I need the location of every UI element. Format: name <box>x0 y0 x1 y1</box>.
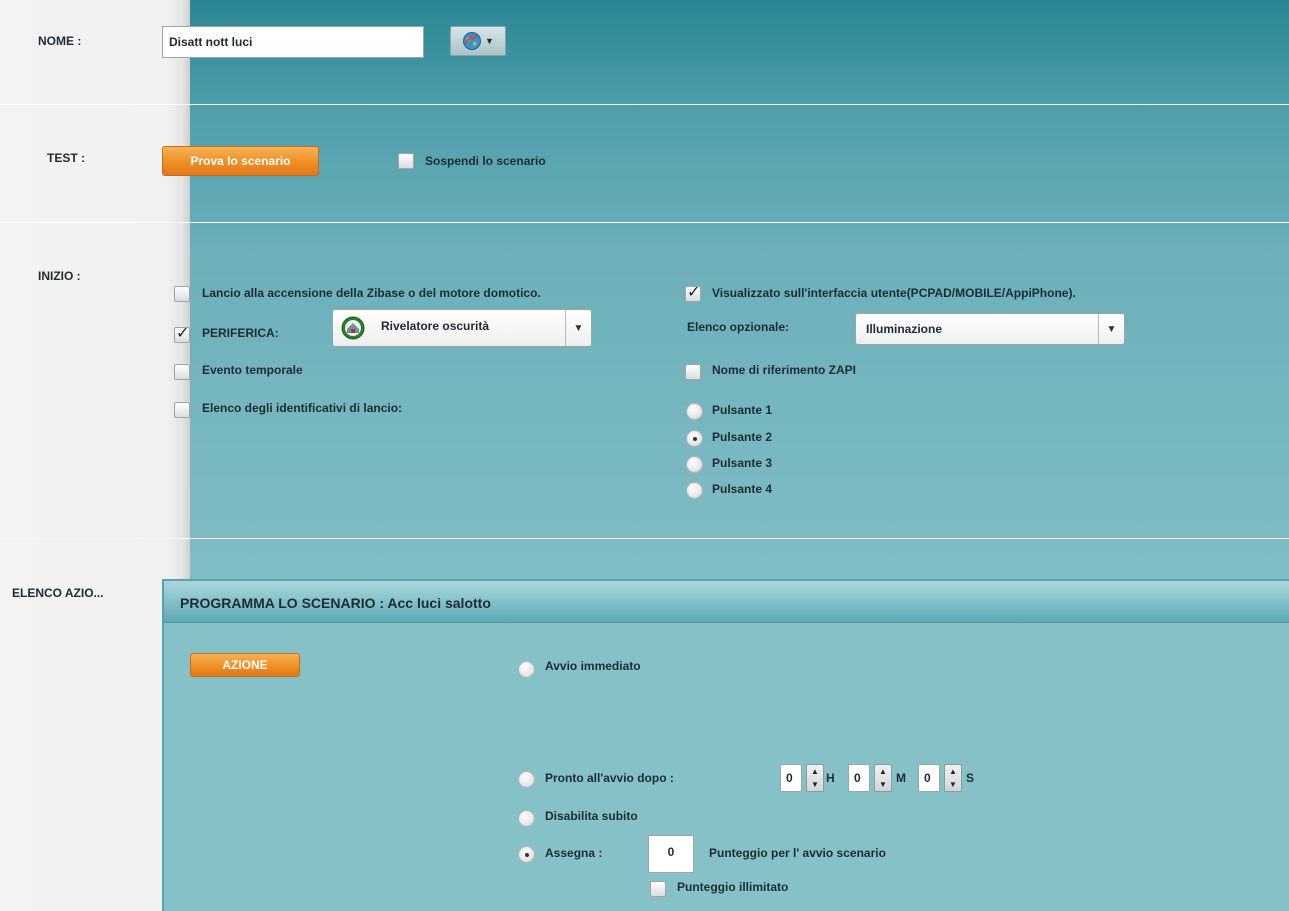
hours-stepper[interactable]: ▲ ▼ <box>806 764 824 792</box>
start-section-label: INIZIO : <box>38 269 81 283</box>
action-button[interactable]: AZIONE <box>190 653 300 677</box>
checkmark-icon: ✓ <box>687 284 701 301</box>
arrow-down-icon: ▼ <box>811 780 819 789</box>
section-divider <box>0 104 1289 105</box>
radio-selected-dot <box>525 853 529 857</box>
unlimited-score-checkbox[interactable] <box>650 881 666 897</box>
launch-on-power-label: Lancio alla accensione della Zibase o de… <box>202 286 541 300</box>
checkmark-icon: ✓ <box>176 325 190 342</box>
suspend-scenario-label: Sospendi lo scenario <box>425 154 546 168</box>
minutes-stepper[interactable]: ▲ ▼ <box>874 764 892 792</box>
launch-ids-label: Elenco degli identificativi di lancio: <box>202 401 403 415</box>
try-scenario-button[interactable]: Prova lo scenario <box>162 146 319 176</box>
seconds-input[interactable]: 0 <box>918 764 940 792</box>
immediate-start-label: Avvio immediato <box>545 659 641 673</box>
button-1-label: Pulsante 1 <box>712 403 773 417</box>
assign-radio[interactable] <box>518 846 535 863</box>
arrow-up-icon: ▲ <box>811 767 819 776</box>
icon-picker-button[interactable]: ▼ <box>450 26 506 56</box>
disable-now-label: Disabilita subito <box>545 809 638 823</box>
seconds-stepper[interactable]: ▲ ▼ <box>944 764 962 792</box>
chevron-down-icon: ▼ <box>485 36 494 46</box>
section-divider <box>0 538 1289 539</box>
hours-unit: H <box>826 771 835 785</box>
show-ui-checkbox[interactable]: ✓ <box>685 284 701 302</box>
device-select-value: Rivelatore oscurità <box>381 319 490 333</box>
button-4-radio[interactable] <box>686 482 703 499</box>
assign-label: Assegna : <box>545 846 603 860</box>
optional-list-label: Elenco opzionale: <box>687 320 790 334</box>
arrow-down-icon: ▼ <box>879 780 887 789</box>
ready-after-radio[interactable] <box>518 771 535 788</box>
radio-selected-dot <box>693 437 697 441</box>
immediate-start-radio[interactable] <box>518 661 535 678</box>
button-4-label: Pulsante 4 <box>712 482 773 496</box>
arrow-down-icon: ▼ <box>949 780 957 789</box>
hours-input[interactable]: 0 <box>780 764 802 792</box>
device-checkbox[interactable]: ✓ <box>174 325 190 343</box>
button-3-radio[interactable] <box>686 456 703 473</box>
button-2-radio[interactable] <box>686 430 703 447</box>
disable-now-radio[interactable] <box>518 810 535 827</box>
test-section-label: TEST : <box>47 151 85 165</box>
scenario-name-input[interactable] <box>162 26 424 58</box>
zapi-name-checkbox[interactable] <box>685 364 701 380</box>
unlimited-score-label: Punteggio illimitato <box>677 880 789 894</box>
launch-on-power-checkbox[interactable] <box>174 286 190 302</box>
actions-section-label: ELENCO AZIO... <box>12 586 104 600</box>
show-ui-label: Visualizzato sull'interfaccia utente(PCP… <box>712 286 1076 300</box>
chevron-down-icon: ▼ <box>1098 314 1124 344</box>
time-event-label: Evento temporale <box>202 363 303 377</box>
launch-ids-checkbox[interactable] <box>174 402 190 418</box>
optional-list-select[interactable]: Illuminazione ▼ <box>855 313 1125 345</box>
minutes-input[interactable]: 0 <box>848 764 870 792</box>
device-select[interactable]: Rivelatore oscurità ▼ <box>332 309 592 347</box>
panel-header: PROGRAMMA LO SCENARIO : Acc luci salotto <box>164 581 1289 623</box>
button-1-radio[interactable] <box>686 403 703 420</box>
optional-list-value: Illuminazione <box>866 322 943 336</box>
button-3-label: Pulsante 3 <box>712 456 773 470</box>
sensor-icon <box>341 316 365 340</box>
arrow-up-icon: ▲ <box>949 767 957 776</box>
score-input[interactable]: 0 <box>648 835 694 873</box>
arrow-up-icon: ▲ <box>879 767 887 776</box>
name-section-label: NOME : <box>38 34 82 48</box>
button-2-label: Pulsante 2 <box>712 430 773 444</box>
globe-icon <box>463 32 482 50</box>
panel-title: PROGRAMMA LO SCENARIO : Acc luci salotto <box>180 595 491 611</box>
seconds-unit: S <box>966 771 975 785</box>
section-divider <box>0 222 1289 223</box>
device-label: PERIFERICA: <box>202 326 279 340</box>
score-description: Punteggio per l' avvio scenario <box>709 846 886 860</box>
zapi-name-label: Nome di riferimento ZAPI <box>712 363 857 377</box>
ready-after-label: Pronto all'avvio dopo : <box>545 771 674 785</box>
program-scenario-panel: PROGRAMMA LO SCENARIO : Acc luci salotto <box>162 579 1289 911</box>
minutes-unit: M <box>896 771 906 785</box>
suspend-scenario-checkbox[interactable] <box>398 153 414 169</box>
time-event-checkbox[interactable] <box>174 364 190 380</box>
chevron-down-icon: ▼ <box>565 310 591 346</box>
